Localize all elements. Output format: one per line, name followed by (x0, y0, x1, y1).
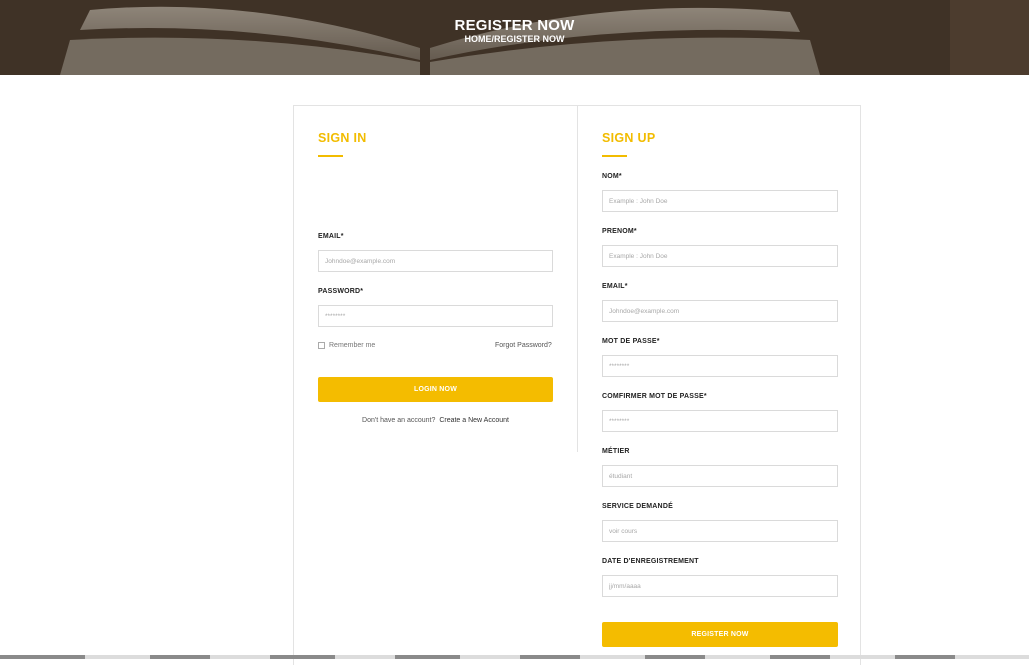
breadcrumb-home-link[interactable]: HOME (464, 34, 491, 44)
register-button[interactable]: REGISTER NOW (602, 622, 838, 647)
signin-email-input[interactable] (318, 250, 553, 272)
sign-up-title: SIGN UP (602, 131, 656, 145)
no-account-text: Don't have an account? (362, 417, 436, 424)
signup-confirm-password-input[interactable] (602, 410, 838, 432)
signup-confirm-password-label: COMFIRMER MOT DE PASSE* (602, 393, 707, 400)
footer-image-strip (0, 655, 1029, 659)
breadcrumb: HOME/REGISTER NOW (0, 34, 1029, 44)
signup-metier-input[interactable] (602, 465, 838, 487)
signup-date-label: DATE D'ENREGISTREMENT (602, 558, 699, 565)
create-account-link[interactable]: Create a New Account (439, 417, 509, 424)
login-button[interactable]: LOGIN NOW (318, 377, 553, 402)
signup-service-label: SERVICE DEMANDÉ (602, 503, 673, 510)
signup-email-input[interactable] (602, 300, 838, 322)
signup-nom-label: NOM* (602, 173, 622, 180)
column-divider (577, 106, 578, 452)
signup-metier-label: MÉTIER (602, 448, 630, 455)
sign-up-underline (602, 155, 627, 157)
signup-nom-input[interactable] (602, 190, 838, 212)
signin-email-label: EMAIL* (318, 233, 344, 240)
breadcrumb-current: REGISTER NOW (494, 34, 565, 44)
signup-password-label: MOT DE PASSE* (602, 338, 660, 345)
signup-password-input[interactable] (602, 355, 838, 377)
page-title: REGISTER NOW (454, 17, 575, 34)
remember-me-label: Remember me (329, 342, 376, 349)
signup-prenom-label: PRENOM* (602, 228, 637, 235)
remember-me-checkbox[interactable] (318, 342, 325, 349)
create-account-line: Don't have an account? Create a New Acco… (318, 417, 553, 424)
signup-date-input[interactable] (602, 575, 838, 597)
hero-banner: REGISTER NOW HOME/REGISTER NOW (0, 0, 1029, 75)
forgot-password-link[interactable]: Forgot Password? (495, 342, 552, 349)
sign-in-underline (318, 155, 343, 157)
signin-password-input[interactable] (318, 305, 553, 327)
signup-service-input[interactable] (602, 520, 838, 542)
signup-prenom-input[interactable] (602, 245, 838, 267)
sign-in-title: SIGN IN (318, 131, 367, 145)
remember-me[interactable]: Remember me (318, 342, 375, 349)
signin-password-label: PASSWORD* (318, 288, 364, 295)
signup-email-label: EMAIL* (602, 283, 628, 290)
